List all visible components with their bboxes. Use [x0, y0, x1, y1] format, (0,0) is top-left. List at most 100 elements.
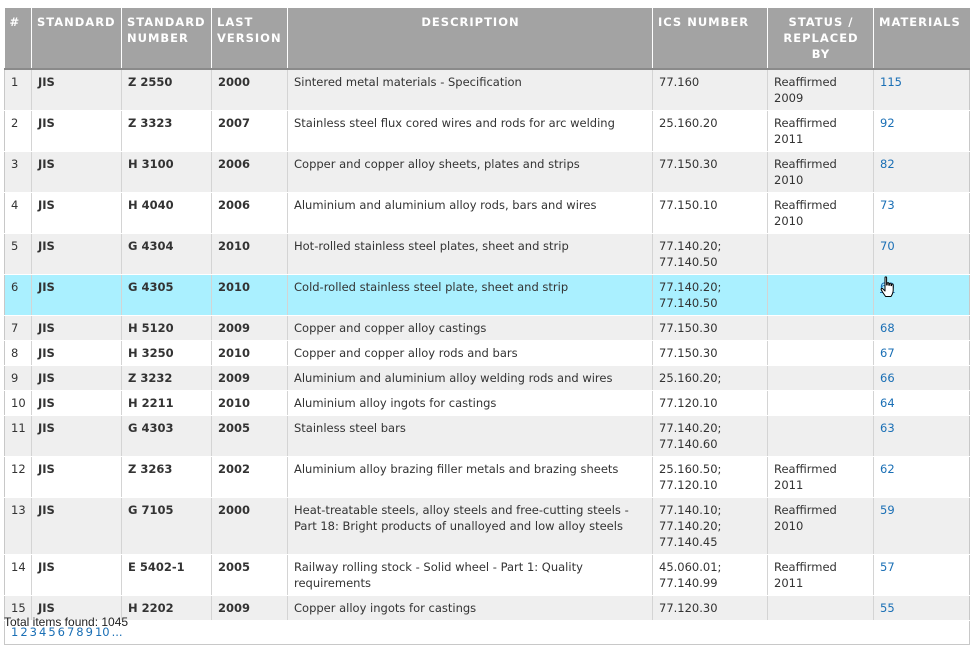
materials-link[interactable]: 92	[880, 116, 895, 130]
row-version: 2010	[211, 390, 288, 416]
status-line: 2010	[774, 519, 804, 533]
ics-code: 77.140.20;	[659, 239, 722, 253]
materials-link[interactable]: 63	[880, 421, 895, 435]
header-status-line: STATUS /	[788, 15, 854, 29]
materials-link[interactable]: 57	[880, 560, 895, 574]
row-status: Reaffirmed 2011	[767, 110, 874, 152]
status-line: Reaffirmed	[774, 462, 837, 476]
row-version: 2005	[211, 554, 288, 596]
table-row[interactable]: 15 JIS H 2202 2009 Copper alloy ingots for c…	[4, 595, 970, 621]
row-standard-number: Z 3232	[121, 365, 212, 391]
row-standard-number: G 7105	[121, 497, 212, 555]
row-ics-number: 77.140.20; 77.140.50	[652, 233, 768, 275]
table-row[interactable]: 6 JIS G 4305 2010 Cold-rolled stainless stee…	[4, 274, 970, 316]
row-description: Copper and copper alloy rods and bars	[287, 340, 653, 366]
status-line: 2010	[774, 214, 804, 228]
materials-link[interactable]: 68	[880, 321, 895, 335]
materials-link[interactable]: 55	[880, 601, 895, 615]
header-description[interactable]: DESCRIPTION	[287, 8, 653, 70]
row-materials: 55	[873, 595, 970, 621]
status-line: Reaffirmed	[774, 116, 837, 130]
header-ics-number[interactable]: ICS NUMBER	[652, 8, 768, 70]
table-row[interactable]: 9 JIS Z 3232 2009 Aluminium and aluminium al…	[4, 365, 970, 391]
status-line: Reaffirmed	[774, 75, 837, 89]
table-row[interactable]: 8 JIS H 3250 2010 Copper and copper alloy ro…	[4, 340, 970, 366]
materials-link[interactable]: 66	[880, 371, 895, 385]
row-materials: 59	[873, 497, 970, 555]
row-description: Stainless steel bars	[287, 415, 653, 457]
header-materials[interactable]: MATERIALS	[873, 8, 970, 70]
row-ics-number: 77.150.10	[652, 192, 768, 234]
table-row[interactable]: 14 JIS E 5402-1 2005 Railway rolling stock -…	[4, 554, 970, 596]
row-version: 2005	[211, 415, 288, 457]
row-index: 3	[4, 151, 32, 193]
row-ics-number: 25.160.50; 77.120.10	[652, 456, 768, 498]
header-description-line: DESCRIPTION	[421, 15, 520, 29]
materials-link[interactable]: 115	[880, 75, 902, 89]
row-standard-number: G 4305	[121, 274, 212, 316]
materials-link[interactable]: 82	[880, 157, 895, 171]
row-materials: 68	[873, 315, 970, 341]
table-row[interactable]: 7 JIS H 5120 2009 Copper and copper alloy ca…	[4, 315, 970, 341]
row-version: 2006	[211, 151, 288, 193]
row-index: 8	[4, 340, 32, 366]
row-materials: 64	[873, 390, 970, 416]
table-row[interactable]: 3 JIS H 3100 2006 Copper and copper alloy sh…	[4, 151, 970, 193]
row-standard-number: Z 3323	[121, 110, 212, 152]
ics-code: 77.140.50	[659, 255, 718, 269]
header-index[interactable]: #	[4, 8, 32, 70]
row-index: 9	[4, 365, 32, 391]
table-body: 1 JIS Z 2550 2000 Sintered metal materials -…	[4, 69, 970, 621]
table-row[interactable]: 10 JIS H 2211 2010 Aluminium alloy ingots fo…	[4, 390, 970, 416]
table-row[interactable]: 2 JIS Z 3323 2007 Stainless steel flux cored…	[4, 110, 970, 152]
table-row[interactable]: 13 JIS G 7105 2000 Heat-treatable steels, al…	[4, 497, 970, 555]
row-materials: 70	[873, 233, 970, 275]
ics-code: 77.140.10;	[659, 503, 722, 517]
row-status: Reaffirmed 2010	[767, 151, 874, 193]
table-row[interactable]: 1 JIS Z 2550 2000 Sintered metal materials -…	[4, 69, 970, 111]
row-standard-number: G 4304	[121, 233, 212, 275]
row-description: Copper and copper alloy castings	[287, 315, 653, 341]
header-standard[interactable]: STANDARD	[31, 8, 122, 70]
ics-code: 25.160.20	[659, 116, 718, 130]
ics-code: 25.160.20;	[659, 371, 722, 385]
ics-code: 45.060.01;	[659, 560, 722, 574]
hand-pointer-icon	[880, 276, 894, 297]
table-row[interactable]: 4 JIS H 4040 2006 Aluminium and aluminium al…	[4, 192, 970, 234]
row-materials: 115	[873, 69, 970, 111]
row-index: 11	[4, 415, 32, 457]
row-materials: 57	[873, 554, 970, 596]
row-version: 2002	[211, 456, 288, 498]
materials-link[interactable]: 62	[880, 462, 895, 476]
materials-link[interactable]: 59	[880, 503, 895, 517]
ics-code: 77.120.10	[659, 396, 718, 410]
header-standard-number[interactable]: STANDARD NUMBER	[121, 8, 212, 70]
row-standard: JIS	[31, 69, 122, 111]
header-status[interactable]: STATUS / REPLACED BY	[767, 8, 874, 70]
materials-link[interactable]: 67	[880, 346, 895, 360]
header-last-version-line: LAST	[217, 15, 254, 29]
row-status	[767, 595, 874, 621]
row-status	[767, 415, 874, 457]
row-standard: JIS	[31, 233, 122, 275]
row-description: Railway rolling stock - Solid wheel - Pa…	[287, 554, 653, 596]
materials-link[interactable]: 70	[880, 239, 895, 253]
standards-table-container: # STANDARD STANDARD NUMBER LAST VERSION DESCRI…	[4, 8, 970, 645]
row-ics-number: 77.150.30	[652, 151, 768, 193]
materials-link[interactable]: 73	[880, 198, 895, 212]
row-materials: 66	[873, 365, 970, 391]
table-row[interactable]: 5 JIS G 4304 2010 Hot-rolled stainless steel…	[4, 233, 970, 275]
row-ics-number: 77.150.30	[652, 315, 768, 341]
ics-code: 77.150.30	[659, 346, 718, 360]
materials-link[interactable]: 64	[880, 396, 895, 410]
row-version: 2006	[211, 192, 288, 234]
header-last-version[interactable]: LAST VERSION	[211, 8, 288, 70]
row-ics-number: 45.060.01; 77.140.99	[652, 554, 768, 596]
row-status	[767, 274, 874, 316]
status-line: Reaffirmed	[774, 503, 837, 517]
row-index: 10	[4, 390, 32, 416]
table-row[interactable]: 11 JIS G 4303 2005 Stainless steel bars 77.14…	[4, 415, 970, 457]
row-description: Heat-treatable steels, alloy steels and …	[287, 497, 653, 555]
row-standard-number: H 2211	[121, 390, 212, 416]
table-row[interactable]: 12 JIS Z 3263 2002 Aluminium alloy brazing f…	[4, 456, 970, 498]
